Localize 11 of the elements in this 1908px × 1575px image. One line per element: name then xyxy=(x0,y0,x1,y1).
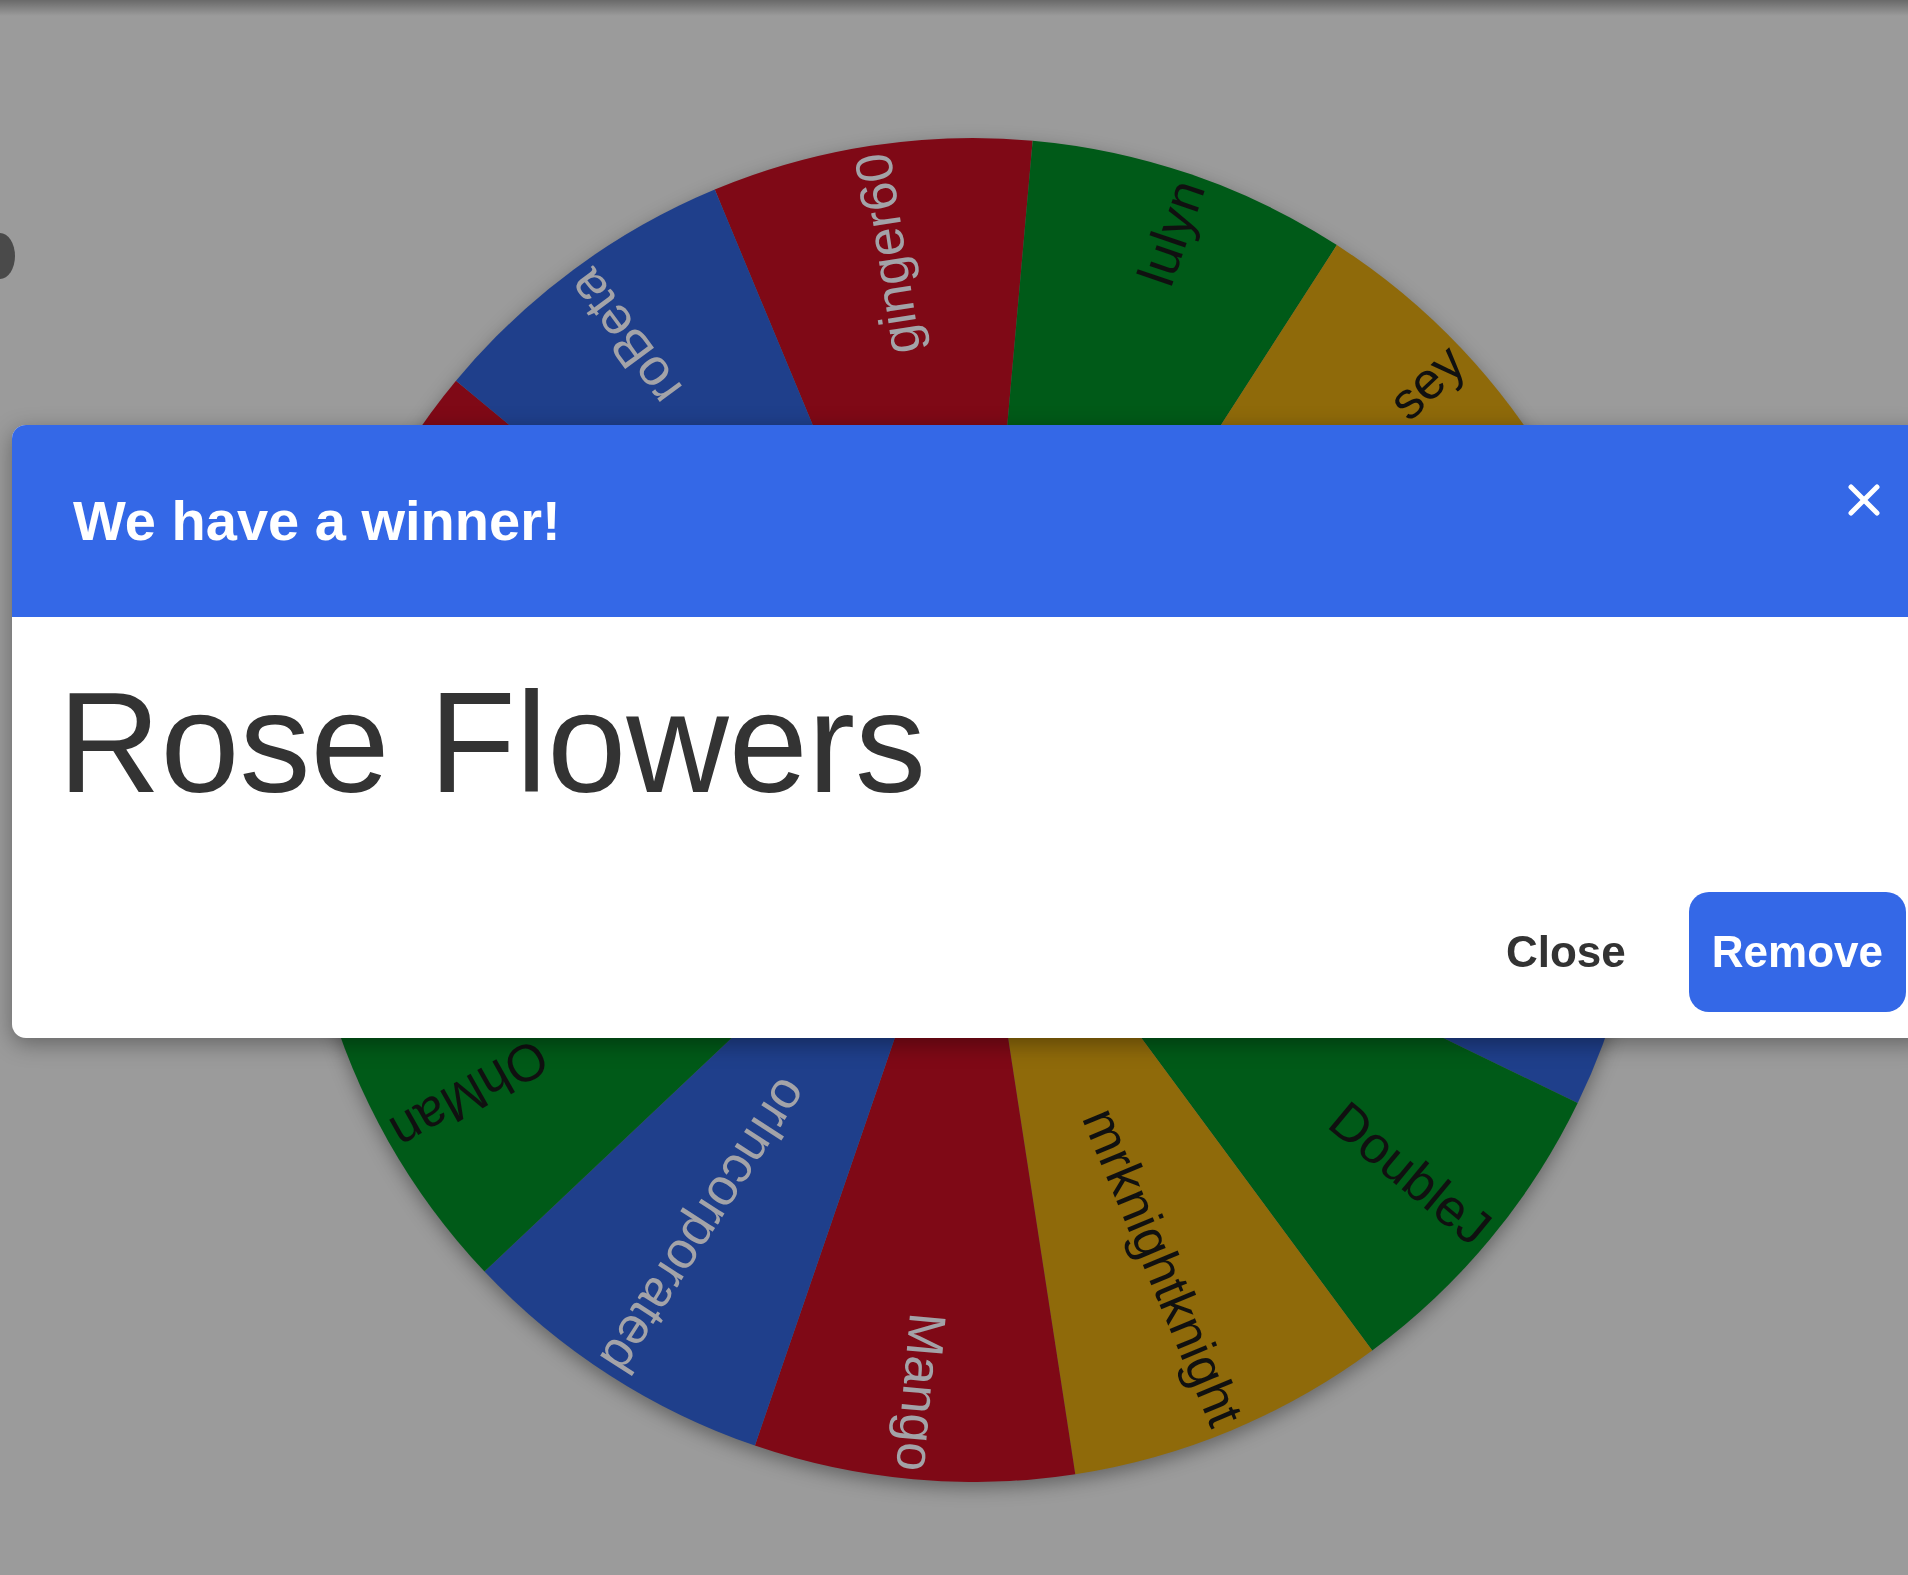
segment-label: sey xyxy=(1376,332,1476,431)
close-text-button[interactable]: Close xyxy=(1482,892,1650,1012)
dialog-title: We have a winner! xyxy=(73,490,561,552)
close-icon xyxy=(1848,484,1880,516)
round-button[interactable] xyxy=(0,233,15,279)
segment-label: Mango xyxy=(885,1310,958,1474)
segment-label: lulyn xyxy=(1126,172,1216,293)
remove-button[interactable]: Remove xyxy=(1688,892,1906,1012)
close-button[interactable] xyxy=(1848,484,1880,516)
segment-label: ginger60 xyxy=(843,149,932,359)
winner-name: Rose Flowers xyxy=(57,662,928,814)
